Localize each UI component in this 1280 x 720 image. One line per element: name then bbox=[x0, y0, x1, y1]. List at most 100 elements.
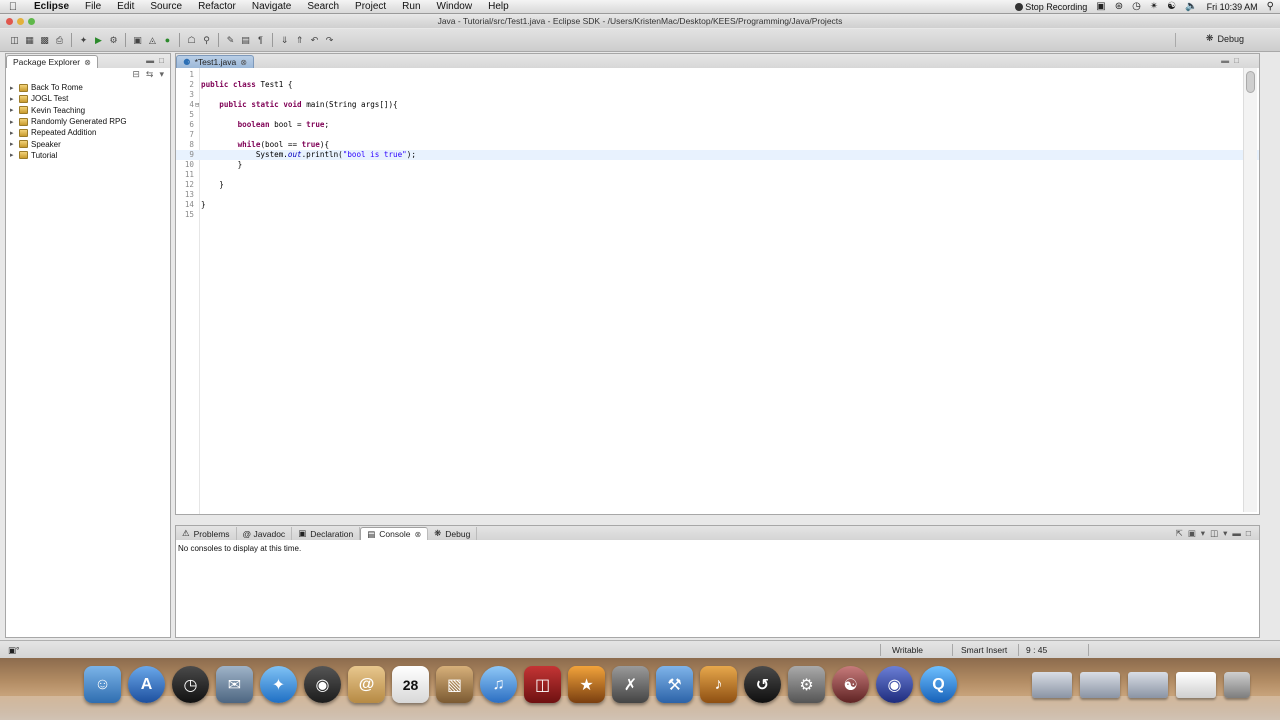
maximize-icon[interactable]: □ bbox=[159, 56, 164, 65]
menu-search[interactable]: Search bbox=[299, 0, 347, 14]
apple-menu-icon[interactable]:  bbox=[0, 1, 26, 13]
toggle-mark-icon[interactable]: ✎ bbox=[224, 34, 237, 47]
mail-icon[interactable]: ✉ bbox=[216, 666, 253, 703]
project-repeated-addition[interactable]: ▸ Repeated Addition bbox=[6, 127, 170, 138]
code-line[interactable]: 11 bbox=[176, 170, 1259, 180]
minimize-icon[interactable]: ▬ bbox=[1232, 528, 1241, 539]
tab-console[interactable]: ▤ Console ⊗ bbox=[360, 527, 429, 540]
view-menu-icon[interactable]: ▾ bbox=[159, 69, 164, 80]
expand-arrow-icon[interactable]: ▸ bbox=[10, 106, 19, 114]
dropdown-arrow-icon[interactable]: ▾ bbox=[1201, 528, 1205, 539]
garageband-icon[interactable]: ✗ bbox=[612, 666, 649, 703]
code-line[interactable]: 13 bbox=[176, 190, 1259, 200]
xcode-icon[interactable]: ⚒ bbox=[656, 666, 693, 703]
code-line[interactable]: 4 ⊟ public static void main(String args[]… bbox=[176, 100, 1259, 110]
documents-folder-icon[interactable] bbox=[1080, 672, 1120, 698]
forward-icon[interactable]: ↷ bbox=[323, 34, 336, 47]
expand-arrow-icon[interactable]: ▸ bbox=[10, 84, 19, 92]
project-jogl-test[interactable]: ▸ JOGL Test bbox=[6, 93, 170, 104]
save-all-icon[interactable]: ▩ bbox=[38, 34, 51, 47]
tab-declaration[interactable]: ▣ Declaration bbox=[292, 527, 361, 540]
menu-run[interactable]: Run bbox=[394, 0, 428, 14]
quicktime-icon[interactable]: Q bbox=[920, 666, 957, 703]
wifi-icon[interactable]: ☯ bbox=[1167, 0, 1176, 14]
perspective-debug-button[interactable]: ❋ Debug bbox=[1206, 33, 1244, 44]
search-icon[interactable]: ⚲ bbox=[200, 34, 213, 47]
spotlight-icon[interactable]: ⚲ bbox=[1267, 0, 1274, 14]
code-line[interactable]: 1 bbox=[176, 70, 1259, 80]
menu-help[interactable]: Help bbox=[480, 0, 517, 14]
collapse-all-icon[interactable]: ⊟ bbox=[132, 69, 140, 80]
tab-javadoc[interactable]: @ Javadoc bbox=[237, 527, 293, 540]
code-line[interactable]: 2 public class Test1 { bbox=[176, 80, 1259, 90]
run-icon[interactable]: ▶ bbox=[92, 34, 105, 47]
minimize-icon[interactable]: ▬ bbox=[1221, 56, 1229, 65]
menu-navigate[interactable]: Navigate bbox=[244, 0, 299, 14]
menu-app-name[interactable]: Eclipse bbox=[26, 0, 77, 14]
photo-booth-icon[interactable]: ◫ bbox=[524, 666, 561, 703]
new-class-icon[interactable]: ● bbox=[161, 34, 174, 47]
next-annotation-icon[interactable]: ⇓ bbox=[278, 34, 291, 47]
volume-icon[interactable]: 🔈 bbox=[1185, 0, 1197, 14]
print-icon[interactable]: ⎙ bbox=[53, 34, 66, 47]
tab-problems[interactable]: ⚠ Problems bbox=[176, 527, 237, 540]
block-selection-icon[interactable]: ▤ bbox=[239, 34, 252, 47]
time-machine-icon[interactable]: ↺ bbox=[744, 666, 781, 703]
fold-toggle-icon[interactable]: ⊟ bbox=[195, 100, 199, 110]
eclipse-icon[interactable]: ◉ bbox=[876, 666, 913, 703]
pin-console-icon[interactable]: ⇱ bbox=[1176, 528, 1183, 539]
stop-recording-button[interactable]: Stop Recording bbox=[1015, 2, 1087, 12]
code-line[interactable]: 7 bbox=[176, 130, 1259, 140]
fast-view-icon[interactable]: ▣° bbox=[8, 645, 19, 656]
bluetooth-symbol-icon[interactable]: ✴ bbox=[1150, 0, 1158, 14]
applications-folder-icon[interactable] bbox=[1032, 672, 1072, 698]
expand-arrow-icon[interactable]: ▸ bbox=[10, 151, 19, 159]
show-whitespace-icon[interactable]: ¶ bbox=[254, 34, 267, 47]
close-icon[interactable]: ⊗ bbox=[240, 58, 247, 67]
new-java-project-icon[interactable]: ▣ bbox=[131, 34, 144, 47]
expand-arrow-icon[interactable]: ▸ bbox=[10, 129, 19, 137]
code-line[interactable]: 5 bbox=[176, 110, 1259, 120]
menu-file[interactable]: File bbox=[77, 0, 109, 14]
expand-arrow-icon[interactable]: ▸ bbox=[10, 95, 19, 103]
back-icon[interactable]: ↶ bbox=[308, 34, 321, 47]
link-editor-icon[interactable]: ⇆ bbox=[146, 69, 154, 80]
code-line[interactable]: 15 bbox=[176, 210, 1259, 220]
code-line[interactable]: 12 } bbox=[176, 180, 1259, 190]
save-icon[interactable]: ▦ bbox=[23, 34, 36, 47]
safari-icon[interactable]: ✦ bbox=[260, 666, 297, 703]
previous-annotation-icon[interactable]: ⇑ bbox=[293, 34, 306, 47]
tab-package-explorer[interactable]: Package Explorer ⊗ bbox=[6, 55, 98, 68]
expand-arrow-icon[interactable]: ▸ bbox=[10, 140, 19, 148]
close-icon[interactable]: ⊗ bbox=[84, 58, 91, 67]
open-type-icon[interactable]: ☖ bbox=[185, 34, 198, 47]
maximize-icon[interactable]: □ bbox=[1234, 56, 1239, 65]
tab-debug[interactable]: ❋ Debug bbox=[428, 527, 478, 540]
iphoto-icon[interactable]: ▧ bbox=[436, 666, 473, 703]
new-icon[interactable]: ◫ bbox=[8, 34, 21, 47]
display-console-icon[interactable]: ▣ bbox=[1188, 528, 1196, 539]
project-kevin-teaching[interactable]: ▸ Kevin Teaching bbox=[6, 105, 170, 116]
trash-icon[interactable] bbox=[1224, 672, 1250, 698]
code-line[interactable]: 9 System.out.println("bool is true"); bbox=[176, 150, 1259, 160]
bluetooth-icon[interactable]: ⊛ bbox=[1115, 0, 1123, 14]
project-tutorial[interactable]: ▸ Tutorial bbox=[6, 150, 170, 161]
debug-icon[interactable]: ✦ bbox=[77, 34, 90, 47]
app-store-icon[interactable]: A bbox=[128, 666, 165, 703]
code-line[interactable]: 3 bbox=[176, 90, 1259, 100]
itunes-icon[interactable]: ♫ bbox=[480, 666, 517, 703]
new-console-icon[interactable]: ◫ bbox=[1210, 528, 1218, 539]
zoom-window-icon[interactable] bbox=[28, 18, 35, 25]
menu-source[interactable]: Source bbox=[142, 0, 190, 14]
new-package-icon[interactable]: ◬ bbox=[146, 34, 159, 47]
dashboard-icon[interactable]: ◷ bbox=[172, 666, 209, 703]
project-randomly-generated-rpg[interactable]: ▸ Randomly Generated RPG bbox=[6, 116, 170, 127]
downloads-folder-icon[interactable] bbox=[1128, 672, 1168, 698]
close-icon[interactable]: ⊗ bbox=[414, 530, 421, 539]
system-preferences-icon[interactable]: ⚙ bbox=[788, 666, 825, 703]
menu-edit[interactable]: Edit bbox=[109, 0, 142, 14]
menu-refactor[interactable]: Refactor bbox=[190, 0, 244, 14]
finder-icon[interactable]: ☺ bbox=[84, 666, 121, 703]
project-back-to-rome[interactable]: ▸ Back To Rome bbox=[6, 82, 170, 93]
address-book-icon[interactable]: @ bbox=[348, 666, 385, 703]
